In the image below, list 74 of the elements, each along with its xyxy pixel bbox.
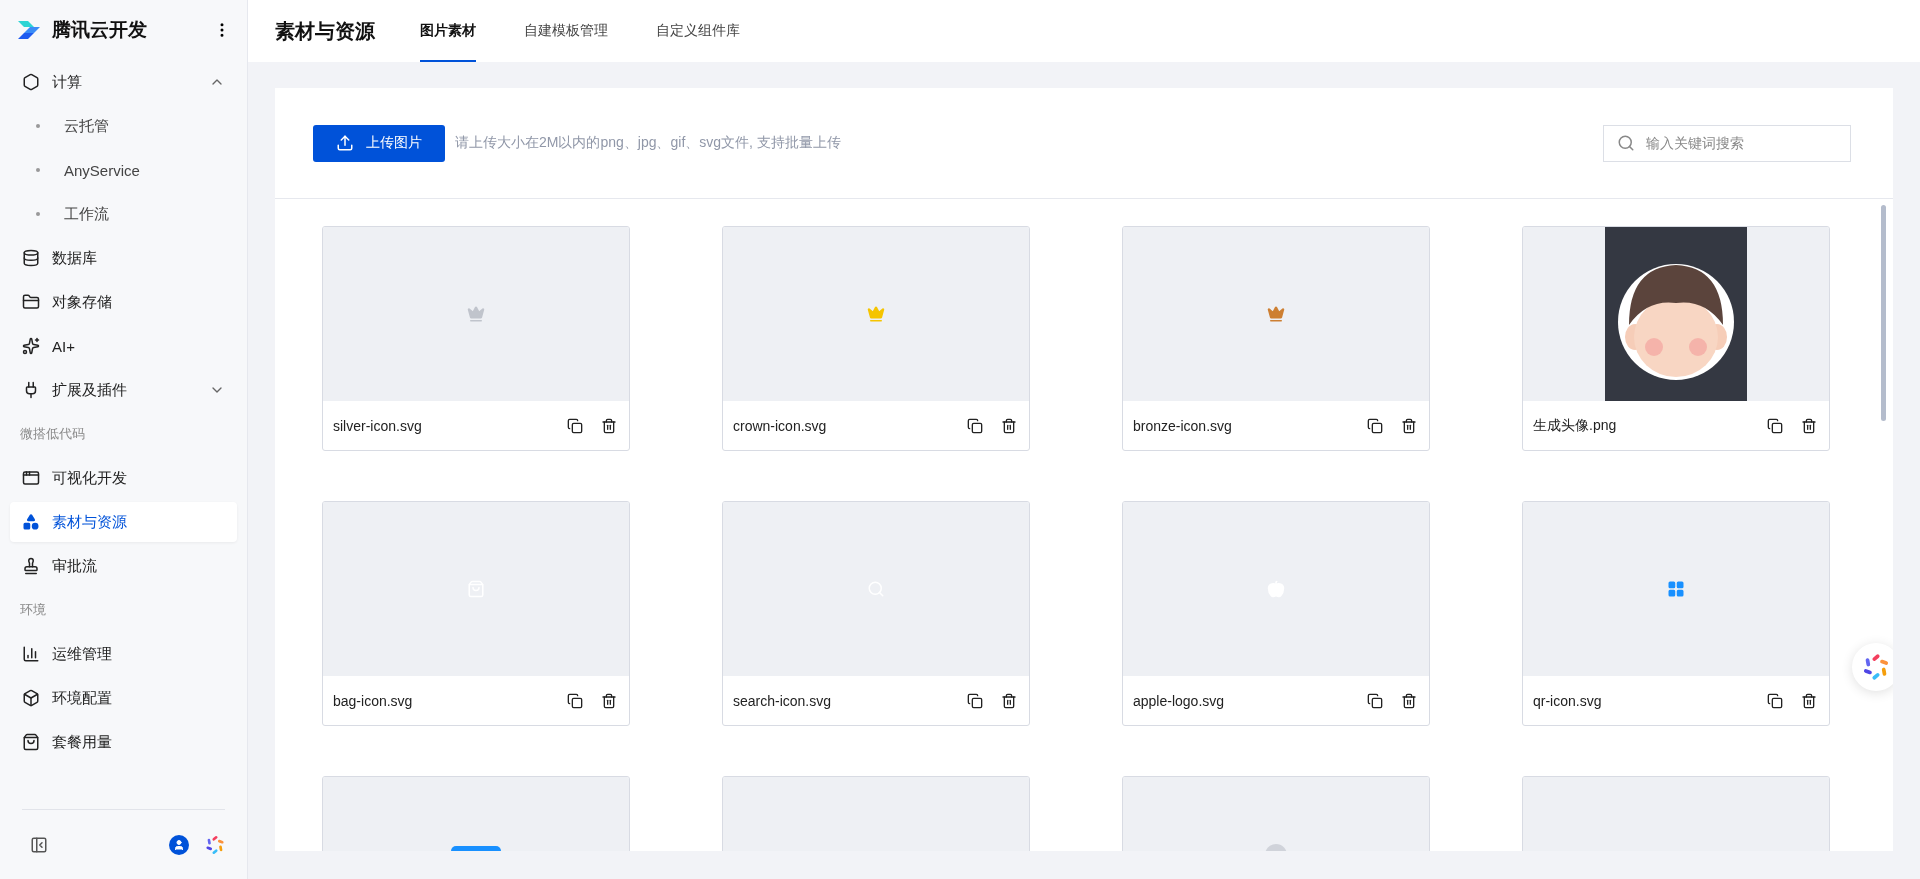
- search-icon: [1617, 133, 1635, 152]
- nav-icon: [22, 733, 40, 751]
- upload-button[interactable]: 上传图片: [313, 124, 445, 162]
- nav-subitem[interactable]: 云托管: [10, 106, 237, 146]
- nav-subitem[interactable]: AnyService: [10, 150, 237, 190]
- tab[interactable]: 自建模板管理: [524, 0, 608, 62]
- asset-card[interactable]: 生成头像.png: [1522, 226, 1830, 451]
- asset-card[interactable]: bag-icon.svg: [322, 501, 630, 726]
- file-name: qr-icon.svg: [1533, 692, 1603, 709]
- assistant-button[interactable]: [1852, 643, 1893, 691]
- nav-item[interactable]: 素材与资源: [10, 502, 237, 542]
- file-name: search-icon.svg: [733, 692, 833, 709]
- collapse-icon[interactable]: [30, 835, 48, 854]
- nav-item[interactable]: 运维管理: [10, 634, 237, 674]
- nav-item[interactable]: 数据库: [10, 238, 237, 278]
- upload-icon: [336, 134, 354, 152]
- asset-card[interactable]: bronze-icon.svg: [1122, 226, 1430, 451]
- asset-card[interactable]: crown-icon.svg: [722, 226, 1030, 451]
- tab[interactable]: 图片素材: [420, 0, 476, 62]
- page-title: 素材与资源: [275, 18, 375, 44]
- copy-icon[interactable]: [1767, 417, 1783, 434]
- nav-icon: [22, 337, 40, 355]
- avatar[interactable]: [169, 834, 189, 855]
- copy-icon[interactable]: [1367, 417, 1383, 434]
- trash-icon[interactable]: [1401, 692, 1417, 709]
- nav-item[interactable]: 扩展及插件: [10, 370, 237, 410]
- asset-card[interactable]: search-icon.svg: [722, 501, 1030, 726]
- nav-icon: [22, 249, 40, 267]
- nav-icon: [22, 73, 40, 91]
- upload-hint: 请上传大小在2M以内的png、jpg、gif、svg文件, 支持批量上传: [455, 134, 842, 152]
- search-field[interactable]: 输入关键词搜索: [1603, 124, 1851, 162]
- file-name: bag-icon.svg: [333, 692, 414, 709]
- trash-icon[interactable]: [1801, 417, 1817, 434]
- nav-icon: [22, 469, 40, 487]
- asset-card[interactable]: apple-logo.svg: [1122, 501, 1430, 726]
- nav-icon: [22, 513, 40, 531]
- trash-icon[interactable]: [1401, 417, 1417, 434]
- trash-icon[interactable]: [601, 692, 617, 709]
- nav-subitem[interactable]: 工作流: [10, 194, 237, 234]
- trash-icon[interactable]: [1001, 692, 1017, 709]
- nav-item[interactable]: 审批流: [10, 546, 237, 586]
- trash-icon[interactable]: [601, 417, 617, 434]
- asset-card[interactable]: qr-icon.svg: [1522, 501, 1830, 726]
- nav-icon: [22, 689, 40, 707]
- copy-icon[interactable]: [1767, 692, 1783, 709]
- nav-icon: [22, 557, 40, 575]
- copy-icon[interactable]: [567, 692, 583, 709]
- nav-item[interactable]: 可视化开发: [10, 458, 237, 498]
- assistant-icon[interactable]: [205, 834, 225, 855]
- trash-icon[interactable]: [1801, 692, 1817, 709]
- nav-item[interactable]: 环境配置: [10, 678, 237, 718]
- trash-icon[interactable]: [1001, 417, 1017, 434]
- nav-item[interactable]: AI+: [10, 326, 237, 366]
- asset-card[interactable]: silver-icon.svg: [322, 226, 630, 451]
- tab[interactable]: 自定义组件库: [656, 0, 740, 62]
- copy-icon[interactable]: [1367, 692, 1383, 709]
- copy-icon[interactable]: [567, 417, 583, 434]
- nav-item[interactable]: 套餐用量: [10, 722, 237, 762]
- copy-icon[interactable]: [967, 692, 983, 709]
- file-name: apple-logo.svg: [1133, 692, 1226, 709]
- file-name: bronze-icon.svg: [1133, 417, 1233, 434]
- brand-title: 腾讯云开发: [52, 18, 148, 42]
- file-name: crown-icon.svg: [733, 417, 828, 434]
- nav-item[interactable]: 对象存储: [10, 282, 237, 322]
- section-heading: 环境: [19, 601, 47, 619]
- file-name: silver-icon.svg: [333, 417, 423, 434]
- copy-icon[interactable]: [967, 417, 983, 434]
- nav-icon: [22, 293, 40, 311]
- section-heading: 微搭低代码: [19, 425, 86, 443]
- nav-icon: [22, 645, 40, 663]
- assistant-icon[interactable]: [1862, 653, 1890, 681]
- nav-item[interactable]: 计算: [10, 62, 237, 102]
- file-name: 生成头像.png: [1533, 416, 1618, 435]
- logo-icon: [16, 19, 42, 41]
